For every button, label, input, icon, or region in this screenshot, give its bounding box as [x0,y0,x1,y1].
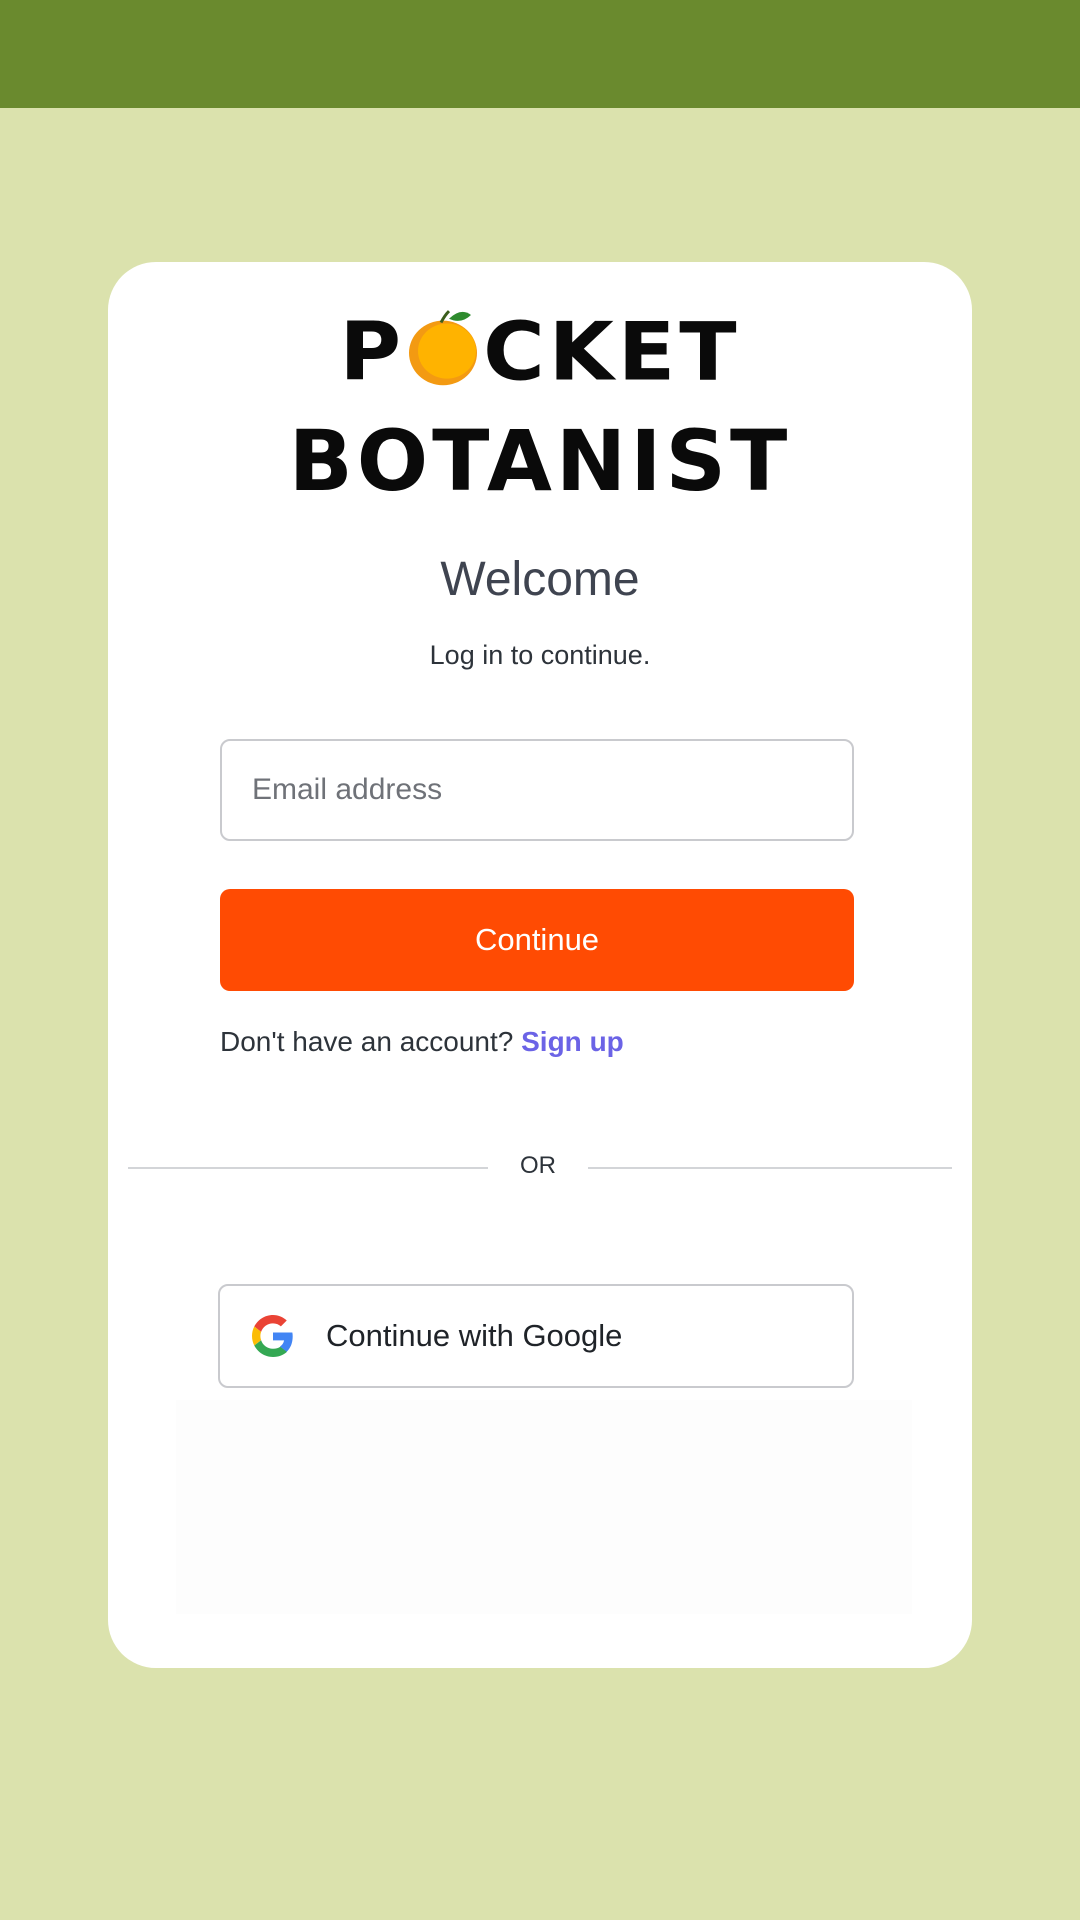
or-divider-text: OR [520,1152,556,1179]
email-field[interactable] [220,739,854,841]
logo-line-2: BOTANIST [288,412,792,510]
divider-line-left [128,1167,488,1169]
empty-panel [176,1400,912,1614]
google-icon [252,1315,293,1357]
google-button-label: Continue with Google [326,1318,623,1353]
logo-text-cket: CKET [483,305,741,399]
login-subtitle: Log in to continue. [429,640,651,670]
top-bar [0,0,1080,108]
signup-prompt: Don't have an account? Sign up [220,1026,624,1058]
continue-button[interactable]: Continue [220,889,854,991]
no-account-text: Don't have an account? [220,1026,514,1057]
login-card: P CKET BOTANIST Welcome Log in to contin… [108,262,972,1668]
orange-fruit-icon [409,310,479,390]
logo-text-p: P [339,305,406,399]
welcome-heading: Welcome [440,553,640,606]
signup-link[interactable]: Sign up [521,1026,624,1057]
logo-line-1: P CKET [108,305,972,400]
divider-line-right [588,1167,952,1169]
continue-with-google-button[interactable]: Continue with Google [218,1284,854,1388]
